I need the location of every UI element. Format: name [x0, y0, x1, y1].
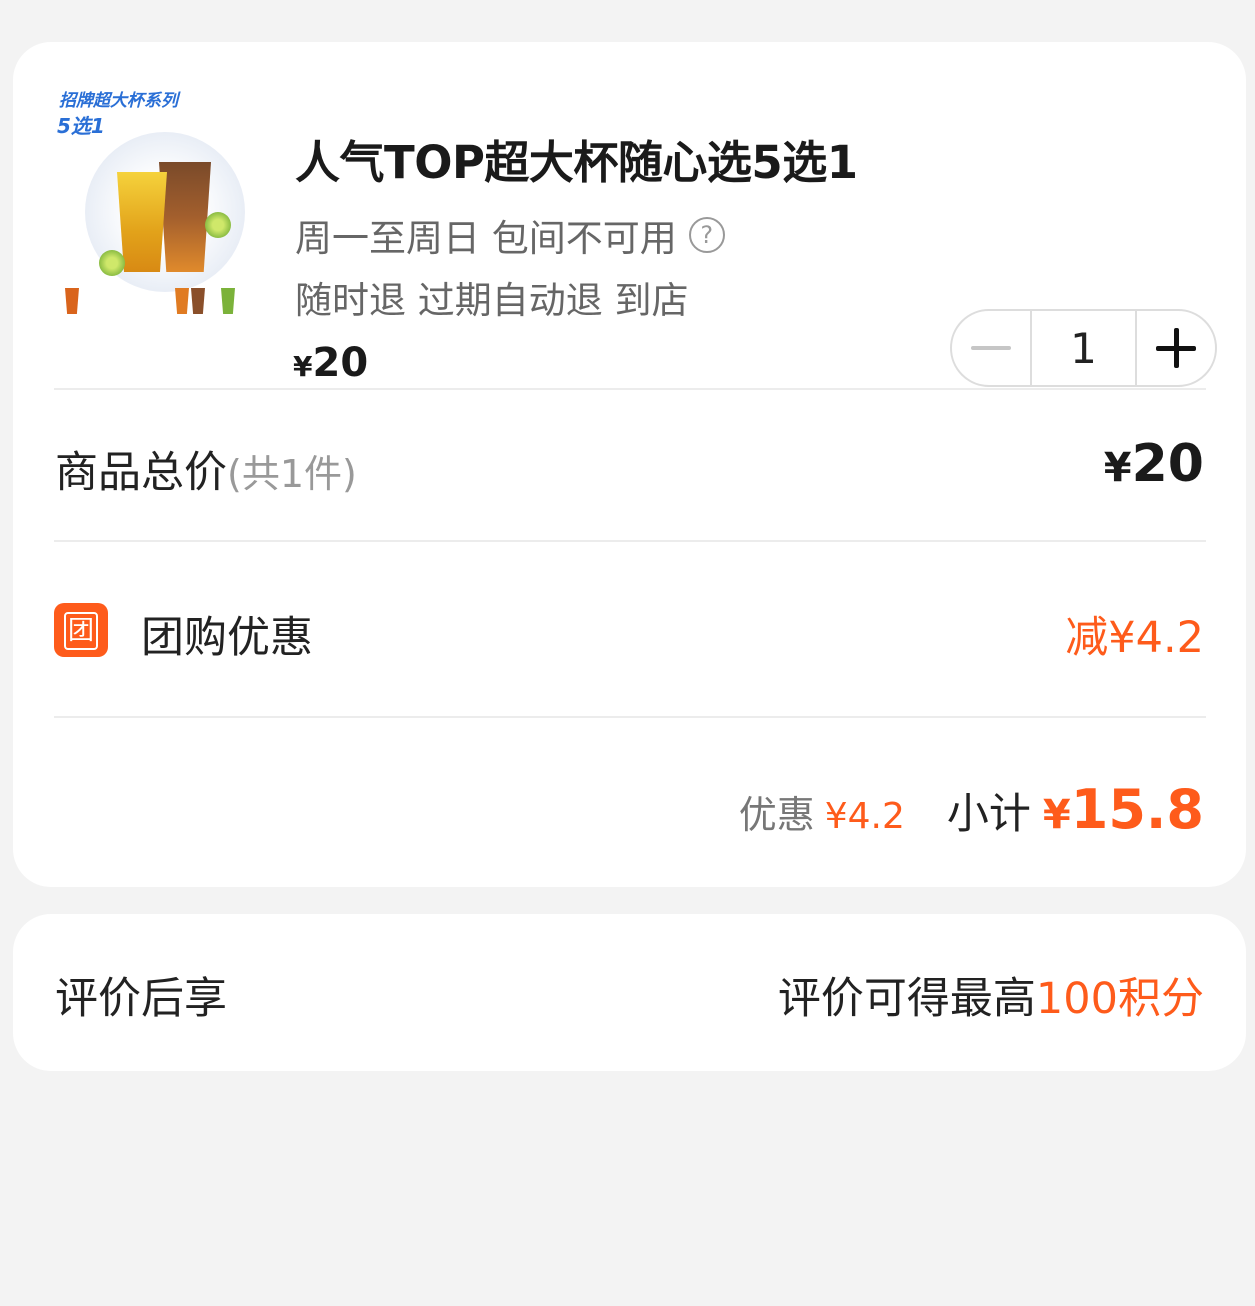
order-summary: 优惠 ¥4.2 小计 ¥15.8	[739, 778, 1204, 841]
lime-slice	[99, 250, 125, 276]
unit-price: ¥20	[293, 340, 368, 386]
divider	[54, 540, 1206, 542]
mini-cup	[175, 288, 189, 314]
review-reward-points: 100积分	[1035, 974, 1204, 1024]
product-image[interactable]: 招牌超大杯系列 5选1	[55, 82, 257, 326]
subtotal-value: 15.8	[1070, 778, 1204, 841]
total-price-value: 20	[1131, 434, 1204, 494]
unit-price-value: 20	[312, 340, 369, 386]
minus-icon	[971, 346, 1011, 350]
currency-symbol: ¥	[1042, 792, 1071, 838]
refund-info: 随时退 过期自动退 到店	[295, 279, 689, 322]
total-label: 商品总价	[55, 448, 227, 498]
quantity-stepper: 1	[950, 309, 1217, 387]
mini-cup	[221, 288, 235, 314]
review-reward-info: 评价可得最高100积分	[778, 964, 1204, 1026]
divider	[54, 716, 1206, 718]
decrease-button[interactable]	[952, 311, 1030, 385]
drink-cup-tea	[159, 162, 211, 272]
subtotal-label: 小计	[946, 789, 1031, 838]
product-title: 人气TOP超大杯随心选5选1	[295, 136, 858, 189]
image-promo-text: 招牌超大杯系列	[59, 91, 178, 111]
question-circle-icon[interactable]: ?	[688, 217, 725, 253]
review-reward-prefix: 评价可得最高	[777, 974, 1036, 1024]
total-label-row: 商品总价(共1件)	[55, 438, 357, 500]
group-buy-icon: 团	[54, 603, 108, 657]
usage-info: 周一至周日 包间不可用 ?	[295, 208, 725, 262]
group-discount-value: 减¥4.2	[1065, 613, 1204, 663]
discount-summary-value: ¥4.2	[824, 796, 905, 837]
plus-icon	[1173, 328, 1179, 368]
increase-button[interactable]	[1137, 311, 1215, 385]
order-card: 招牌超大杯系列 5选1 人气TOP超大杯随心选5选1 周一至周日 包间不可用 ?…	[13, 42, 1246, 887]
currency-symbol: ¥	[1103, 445, 1132, 491]
currency-symbol: ¥	[293, 350, 313, 383]
review-reward-label: 评价后享	[55, 974, 227, 1024]
image-promo-count: 5选1	[57, 114, 105, 138]
quantity-value[interactable]: 1	[1030, 311, 1137, 385]
item-count: (共1件)	[227, 452, 357, 496]
usage-text: 周一至周日 包间不可用	[295, 217, 677, 260]
divider	[54, 388, 1206, 390]
total-price: ¥20	[1104, 434, 1204, 494]
review-reward-card[interactable]: 评价后享 评价可得最高100积分	[13, 914, 1246, 1071]
discount-summary-label: 优惠	[738, 793, 815, 837]
drink-cup-lemon	[117, 172, 167, 272]
lime-slice	[205, 212, 231, 238]
group-buy-icon-char: 团	[63, 612, 98, 650]
group-discount-label: 团购优惠	[141, 613, 313, 663]
mini-cup	[65, 288, 79, 314]
mini-cup	[191, 288, 205, 314]
